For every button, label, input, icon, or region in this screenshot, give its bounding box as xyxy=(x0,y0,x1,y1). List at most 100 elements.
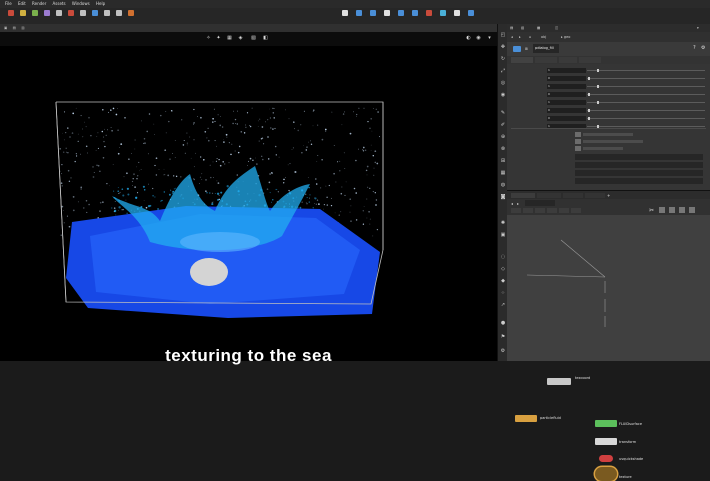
string-field[interactable] xyxy=(575,178,703,184)
network-editor[interactable]: texcoord particlefluid FLUIDsurface transfo… xyxy=(507,215,710,481)
back-icon[interactable]: ◂ xyxy=(511,35,513,39)
parameter-field[interactable]: 0 xyxy=(547,76,586,81)
node-box[interactable] xyxy=(547,378,571,385)
network-path[interactable] xyxy=(525,200,555,206)
shelf-tool-icon[interactable] xyxy=(6,10,15,21)
shading-icon[interactable]: ◧ xyxy=(263,36,268,41)
shelf-tool-icon[interactable] xyxy=(114,10,123,21)
param-tab-1[interactable] xyxy=(511,57,533,63)
select-icon[interactable]: ◰ xyxy=(500,32,506,38)
wire-icon[interactable]: ◇ xyxy=(500,266,506,272)
shelf-tool-icon[interactable] xyxy=(466,10,475,21)
go-menu[interactable] xyxy=(535,208,545,213)
parameter-slider[interactable] xyxy=(587,85,705,88)
parameter-slider[interactable] xyxy=(587,125,705,128)
shelf-tool-icon[interactable] xyxy=(102,10,111,21)
shelf-tool-icon[interactable] xyxy=(438,10,447,21)
light-tool-icon[interactable]: ✺ xyxy=(500,220,506,226)
shelf-tool-icon[interactable] xyxy=(452,10,461,21)
tab-network-view[interactable]: ◫ xyxy=(555,26,558,30)
parameter-field[interactable]: 1 xyxy=(547,68,586,73)
parameter-field[interactable]: 0 xyxy=(547,108,586,113)
tab-tree[interactable] xyxy=(563,193,583,198)
record-icon[interactable]: ● xyxy=(500,320,506,326)
layout-menu[interactable] xyxy=(571,208,581,213)
tab-render-view[interactable]: ▥ xyxy=(21,24,24,32)
tools-icon[interactable]: ✂ xyxy=(649,207,654,214)
viewport-menu-icon[interactable]: ▾ xyxy=(487,36,492,41)
ghost-icon[interactable]: ◌ xyxy=(500,254,506,260)
edit-menu[interactable] xyxy=(523,208,533,213)
shelf-tool-icon[interactable] xyxy=(396,10,405,21)
checkbox[interactable] xyxy=(575,132,581,137)
add-tab-icon[interactable]: + xyxy=(607,193,613,198)
shade-icon[interactable]: ◆ xyxy=(500,278,506,284)
parameter-field[interactable]: 0 xyxy=(547,116,586,121)
add-menu[interactable] xyxy=(511,208,521,213)
slider-handle[interactable] xyxy=(588,109,590,112)
forward-icon[interactable]: ▸ xyxy=(517,201,519,206)
slider-handle[interactable] xyxy=(588,117,590,120)
slider-handle[interactable] xyxy=(597,85,599,88)
slider-handle[interactable] xyxy=(588,93,590,96)
view-menu[interactable] xyxy=(547,208,557,213)
menu-edit[interactable]: Edit xyxy=(18,0,26,8)
menu-help[interactable]: Help xyxy=(96,0,105,8)
tab-scene-view[interactable]: ▣ xyxy=(4,24,7,32)
shelf-tool-icon[interactable] xyxy=(78,10,87,21)
shelf-tool-icon[interactable] xyxy=(18,10,27,21)
parameter-slider[interactable] xyxy=(587,69,705,72)
gear-icon[interactable]: ⚙ xyxy=(701,45,705,51)
node-box[interactable] xyxy=(599,455,613,462)
shelf-tool-icon[interactable] xyxy=(410,10,419,21)
rotate-icon[interactable]: ↻ xyxy=(500,56,506,62)
scale-icon[interactable]: ⤢ xyxy=(500,68,506,74)
tab-animation-editor[interactable]: ▤ xyxy=(13,24,16,32)
shelf-tool-icon[interactable] xyxy=(66,10,75,21)
shelf-tool-icon[interactable] xyxy=(30,10,39,21)
shelf-tool-icon[interactable] xyxy=(90,10,99,21)
parameter-field[interactable]: 1 xyxy=(547,100,586,105)
camera-icon[interactable]: ✧ xyxy=(206,36,211,41)
parameter-slider[interactable] xyxy=(587,109,705,112)
string-field[interactable] xyxy=(575,162,703,168)
slider-handle[interactable] xyxy=(597,101,599,104)
grid-icon[interactable]: ▦ xyxy=(227,36,232,41)
slider-handle[interactable] xyxy=(597,69,599,72)
snap-tool-icon[interactable]: ⊕ xyxy=(500,134,506,140)
shelf-tool-icon[interactable] xyxy=(42,10,51,21)
eye-icon[interactable]: ◍ xyxy=(500,182,506,188)
view-camera-icon[interactable]: ◉ xyxy=(476,36,481,41)
light-icon[interactable]: ✦ xyxy=(216,36,221,41)
tab-parameters[interactable]: ▦ xyxy=(537,26,540,30)
home-icon[interactable]: ⌂ xyxy=(529,35,531,39)
node-box[interactable] xyxy=(595,420,617,427)
layout-icon[interactable] xyxy=(679,207,685,213)
camera-tool-icon[interactable]: ◙ xyxy=(500,194,506,200)
list-view-icon[interactable] xyxy=(669,207,675,213)
tab-material[interactable] xyxy=(585,193,605,198)
shelf-tool-icon[interactable] xyxy=(368,10,377,21)
snap-icon[interactable]: ◈ xyxy=(238,36,243,41)
menu-assets[interactable]: Assets xyxy=(53,0,66,8)
slider-handle[interactable] xyxy=(588,77,590,80)
node-box[interactable] xyxy=(595,467,617,481)
grid-view-icon[interactable] xyxy=(659,207,665,213)
display-tool-icon[interactable]: ▣ xyxy=(500,232,506,238)
path-node-geo[interactable]: ▸ geo xyxy=(561,35,570,39)
view-icon[interactable]: ◉ xyxy=(500,92,506,98)
param-tab-3[interactable] xyxy=(559,57,577,63)
node-name-field[interactable]: pdialog_fill xyxy=(533,44,559,53)
menu-file[interactable]: File xyxy=(5,0,12,8)
shelf-tool-icon[interactable] xyxy=(54,10,63,21)
display-options-icon[interactable]: ▧ xyxy=(251,36,256,41)
view-lock-icon[interactable]: ◐ xyxy=(466,36,471,41)
tab-network[interactable] xyxy=(511,193,535,198)
shelf-tool-icon[interactable] xyxy=(354,10,363,21)
back-icon[interactable]: ◂ xyxy=(511,201,513,206)
param-tab-2[interactable] xyxy=(535,57,557,63)
tools-menu[interactable] xyxy=(559,208,569,213)
tab-tree-view[interactable]: ▤ xyxy=(510,26,513,30)
help-icon[interactable]: ? xyxy=(693,45,696,51)
checkbox[interactable] xyxy=(575,139,581,144)
